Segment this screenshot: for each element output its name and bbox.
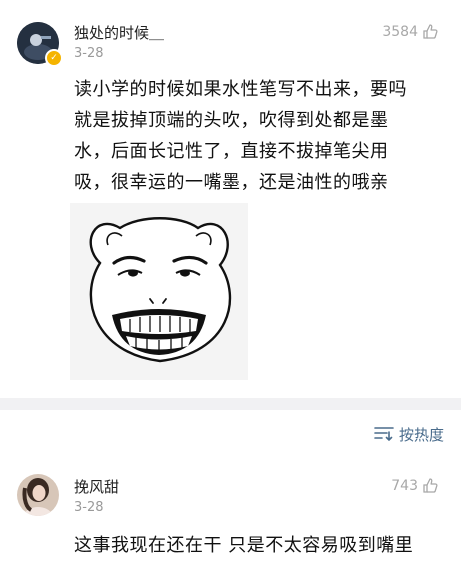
comment-date: 3-28 [74, 46, 104, 61]
comment-date: 3-28 [74, 500, 104, 515]
comment-text-line: 就是拔掉顶端的头吹，吹得到处都是墨 [74, 110, 389, 131]
avatar[interactable] [17, 474, 59, 516]
comment-item: 挽风甜 3-28 743 这事我现在还在干 只是不太容易吸到嘴里 [0, 460, 461, 566]
comment-text: 读小学的时候如果水性笔写不出来，要吗 就是拔掉顶端的头吹，吹得到处都是墨 水，后… [74, 74, 444, 198]
section-divider [0, 398, 461, 410]
comment-text: 这事我现在还在干 只是不太容易吸到嘴里 [74, 530, 452, 561]
sort-by-hot-button[interactable]: 按热度 [374, 424, 444, 445]
meme-image[interactable] [70, 203, 248, 380]
sort-lines-icon [374, 425, 394, 445]
like-count: 3584 [382, 23, 418, 40]
comment-text-line: 水，后面长记性了，直接不拔掉笔尖用 [74, 141, 389, 162]
like-count: 743 [391, 477, 418, 494]
username[interactable]: 挽风甜 [74, 476, 119, 497]
comment-text-line: 读小学的时候如果水性笔写不出来，要吗 [74, 79, 407, 100]
comment-item: ✓ 独处的时候＿ 3-28 3584 读小学的时候如果水性笔写不出来，要吗 就是… [0, 0, 461, 400]
comment-text-line: 这事我现在还在干 只是不太容易吸到嘴里 [74, 535, 414, 556]
verified-badge-icon: ✓ [45, 49, 63, 67]
thumbs-up-icon [422, 23, 439, 40]
comment-text-line: 吸，很幸运的一嘴墨，还是油性的哦亲 [74, 172, 389, 193]
sort-label: 按热度 [398, 426, 444, 444]
like-button[interactable]: 3584 [382, 23, 439, 40]
username[interactable]: 独处的时候＿ [74, 22, 164, 43]
like-button[interactable]: 743 [391, 477, 439, 494]
thumbs-up-icon [422, 477, 439, 494]
